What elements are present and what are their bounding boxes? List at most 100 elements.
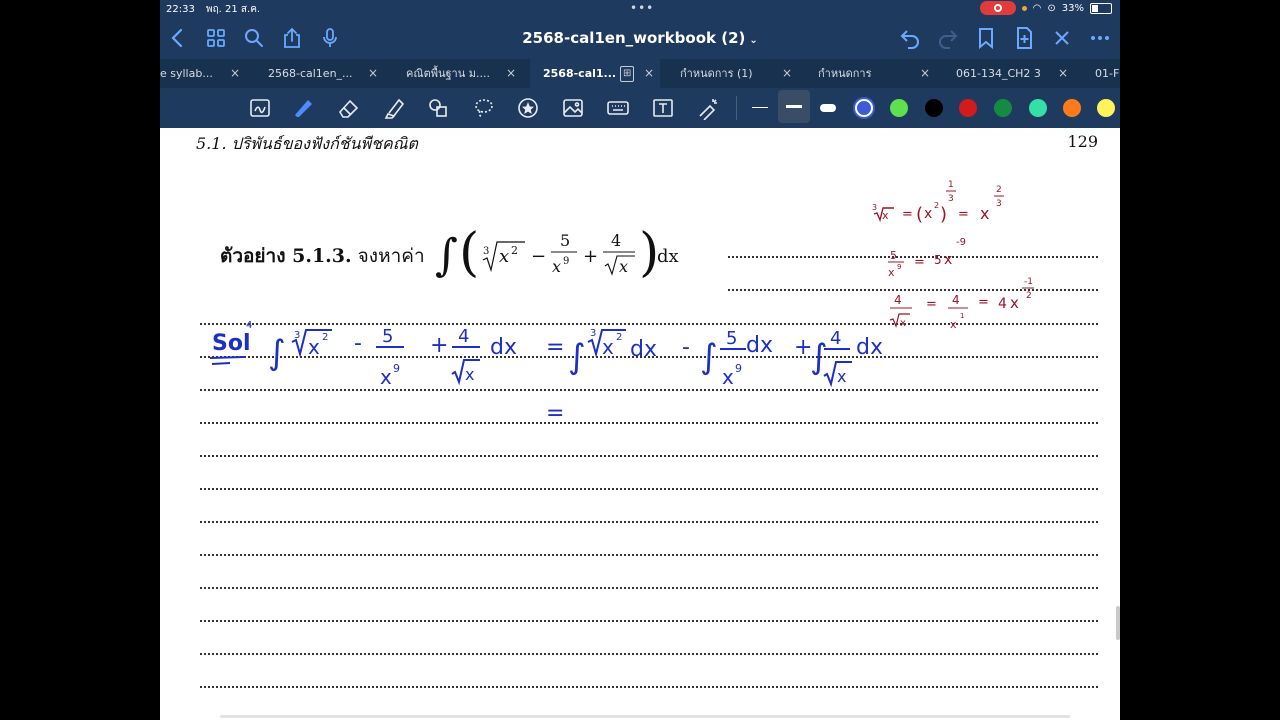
tab-7[interactable]: 01-F xyxy=(1095,59,1120,88)
stroke-thick-option[interactable] xyxy=(820,104,836,112)
svg-text:x: x xyxy=(380,365,392,389)
tab-1[interactable]: 2568-cal1en_... xyxy=(268,59,360,88)
svg-text:): ) xyxy=(940,204,947,225)
handwriting-layer: Sol 4 ∫ 3 x 2 - 5 x 9 + 4 x dx = ∫ 3 x 2… xyxy=(209,180,1034,426)
tab-6[interactable]: 061-134_CH2 3 xyxy=(956,59,1048,88)
handwritten-solution: Sol 4 ∫ 3 x 2 - 5 x 9 + 4 x dx = ∫ 3 x 2… xyxy=(209,320,883,426)
wifi-icon: ◠ xyxy=(1032,2,1042,14)
svg-text:-1: -1 xyxy=(1024,277,1033,287)
svg-text:Sol: Sol xyxy=(212,331,251,356)
sticker-icon[interactable] xyxy=(516,96,540,120)
svg-text:∫: ∫ xyxy=(810,337,828,377)
svg-text:∫: ∫ xyxy=(268,333,286,373)
svg-text:x: x xyxy=(308,335,320,359)
tab-close-icon[interactable]: × xyxy=(230,59,240,88)
stroke-thin-option[interactable] xyxy=(752,107,768,108)
svg-text:4: 4 xyxy=(952,293,960,307)
svg-text:-9: -9 xyxy=(956,237,966,248)
tab-4[interactable]: กำหนดการ (1) xyxy=(680,59,772,88)
tab-3-active[interactable]: 2568-cal1... xyxy=(530,59,660,88)
close-icon[interactable] xyxy=(1050,26,1074,50)
battery-percent: 33% xyxy=(1061,2,1084,14)
screen-record-icon[interactable] xyxy=(979,1,1016,15)
svg-text:4: 4 xyxy=(830,328,841,349)
svg-text:1: 1 xyxy=(948,180,954,190)
more-icon[interactable] xyxy=(1088,26,1112,50)
keyboard-icon[interactable] xyxy=(606,96,630,120)
svg-text:∫: ∫ xyxy=(700,337,718,377)
shapes-icon[interactable] xyxy=(426,96,450,120)
battery-icon xyxy=(1090,2,1112,14)
document-page[interactable]: 5.1. ปริพันธ์ของฟังก์ชันพีชคณิต 129 ตัวอ… xyxy=(160,128,1120,720)
color-swatch-light-green[interactable] xyxy=(890,99,908,117)
orientation-lock-icon: ⊙ xyxy=(1047,2,1056,14)
color-swatch-red[interactable] xyxy=(959,99,977,117)
bookmark-icon[interactable] xyxy=(974,26,998,50)
undo-icon[interactable] xyxy=(898,26,922,50)
multitask-dots-icon[interactable]: ••• xyxy=(630,1,654,15)
status-time: 22:33 พฤ. 21 ส.ค. xyxy=(166,2,260,17)
svg-text:5: 5 xyxy=(726,328,737,349)
tab-5[interactable]: กำหนดการ xyxy=(818,59,910,88)
handwritten-side-notes: 3 x = ( x 2 ) 1 3 = x 2 3 5 x 9 = 5 x -9… xyxy=(872,180,1034,331)
tab-close-icon[interactable]: × xyxy=(1058,59,1068,88)
tab-2[interactable]: คณิตพื้นฐาน ม.... xyxy=(406,59,498,88)
split-view-icon[interactable]: ⊞ xyxy=(620,66,635,82)
svg-text:3: 3 xyxy=(996,199,1002,209)
pen-tool-icon[interactable] xyxy=(292,96,316,120)
highlighter-icon[interactable] xyxy=(382,96,406,120)
svg-text:dx: dx xyxy=(746,333,773,358)
tab-close-icon[interactable]: × xyxy=(506,59,516,88)
svg-text:(: ( xyxy=(916,204,923,225)
svg-text:=: = xyxy=(978,295,989,310)
svg-text:x: x xyxy=(950,318,957,331)
color-swatch-blue-selected[interactable] xyxy=(855,99,873,117)
svg-text:+: + xyxy=(430,333,448,358)
lasso-icon[interactable] xyxy=(472,96,496,120)
svg-text:=: = xyxy=(902,207,913,222)
horizontal-scrollbar[interactable] xyxy=(220,715,1070,718)
svg-text:3: 3 xyxy=(948,194,954,204)
svg-text:=: = xyxy=(546,401,564,426)
svg-text:x: x xyxy=(980,204,989,223)
svg-text:=: = xyxy=(546,335,564,360)
status-date: พฤ. 21 ส.ค. xyxy=(206,4,261,15)
tab-close-icon[interactable]: × xyxy=(644,59,654,88)
tab-close-icon[interactable]: × xyxy=(920,59,930,88)
svg-text:2: 2 xyxy=(322,332,328,343)
color-swatch-teal[interactable] xyxy=(1029,99,1047,117)
svg-text:3: 3 xyxy=(590,328,596,339)
color-swatch-black[interactable] xyxy=(925,99,943,117)
svg-text:dx: dx xyxy=(630,337,657,362)
svg-text:9: 9 xyxy=(735,362,742,375)
svg-text:x: x xyxy=(882,209,889,222)
tab-0[interactable]: e syllab... xyxy=(160,59,220,88)
svg-text:4: 4 xyxy=(894,293,902,307)
svg-text:9: 9 xyxy=(393,362,400,375)
app-window: 22:33 พฤ. 21 ส.ค. ••• ◠ ⊙ 33% 2568-cal1e… xyxy=(160,0,1120,720)
eraser-icon[interactable] xyxy=(336,96,360,120)
text-box-icon[interactable] xyxy=(651,96,675,120)
svg-text:5: 5 xyxy=(382,326,393,347)
svg-text:dx: dx xyxy=(490,335,517,360)
handwriting-to-text-icon[interactable] xyxy=(248,96,272,120)
svg-text:=: = xyxy=(914,255,925,270)
svg-text:x: x xyxy=(837,367,846,386)
tab-close-icon[interactable]: × xyxy=(368,59,378,88)
stroke-medium-option-selected[interactable] xyxy=(778,90,810,123)
svg-text:x: x xyxy=(888,266,895,279)
color-swatch-yellow[interactable] xyxy=(1097,99,1115,117)
laser-pointer-icon[interactable] xyxy=(696,96,720,121)
svg-text:-: - xyxy=(682,335,690,360)
svg-text:2: 2 xyxy=(1026,291,1032,301)
tab-close-icon[interactable]: × xyxy=(782,59,792,88)
add-page-icon[interactable] xyxy=(1012,26,1036,50)
image-icon[interactable] xyxy=(561,96,585,120)
svg-text:9: 9 xyxy=(897,263,901,271)
svg-text:3: 3 xyxy=(872,203,877,212)
color-swatch-orange[interactable] xyxy=(1063,99,1081,117)
color-swatch-dark-green[interactable] xyxy=(994,99,1012,117)
redo-icon[interactable] xyxy=(936,26,960,50)
svg-text:x: x xyxy=(900,318,906,329)
vertical-scrollbar[interactable] xyxy=(1116,606,1120,640)
